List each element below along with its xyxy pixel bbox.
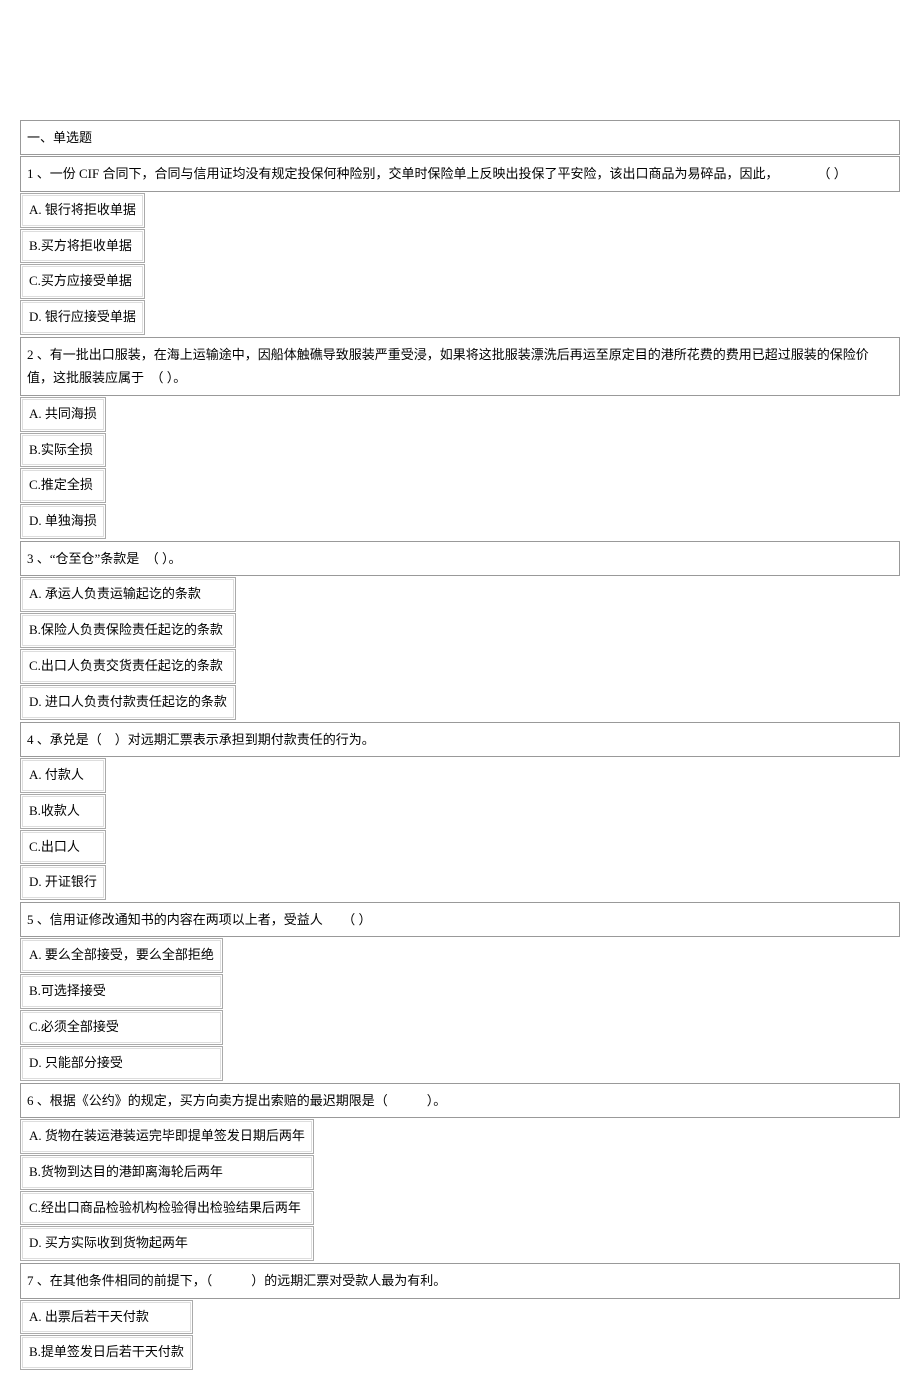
option: C.必须全部接受 — [20, 1010, 223, 1045]
option: B.保险人负责保险责任起讫的条款 — [20, 613, 236, 648]
option: C.出口人 — [20, 830, 106, 865]
option-text: B.实际全损 — [29, 442, 93, 457]
question-5-options: A. 要么全部接受，要么全部拒绝 B.可选择接受 C.必须全部接受 D. 只能部… — [20, 938, 223, 1081]
option-text: D. 进口人负责付款责任起讫的条款 — [29, 694, 227, 709]
question-6-options: A. 货物在装运港装运完毕即提单签发日期后两年 B.货物到达目的港卸离海轮后两年… — [20, 1119, 314, 1262]
question-2-options: A. 共同海损 B.实际全损 C.推定全损 D. 单独海损 — [20, 397, 106, 540]
option-text: C.推定全损 — [29, 477, 93, 492]
option-text: A. 共同海损 — [29, 406, 97, 421]
option: A. 要么全部接受，要么全部拒绝 — [20, 938, 223, 973]
question-7-options: A. 出票后若干天付款 B.提单签发日后若干天付款 — [20, 1300, 193, 1372]
option: C.经出口商品检验机构检验得出检验结果后两年 — [20, 1191, 314, 1226]
option: A. 付款人 — [20, 758, 106, 793]
question-6: 6 、根据《公约》的规定，买方向卖方提出索赔的最迟期限是（ ）。 A. 货物在装… — [20, 1083, 900, 1263]
option: B.提单签发日后若干天付款 — [20, 1335, 193, 1370]
option-text: D. 开证银行 — [29, 874, 97, 889]
option-text: C.出口人负责交货责任起讫的条款 — [29, 658, 223, 673]
option-text: C.出口人 — [29, 839, 80, 854]
option: B.买方将拒收单据 — [20, 229, 145, 264]
question-1: 1 、一份 CIF 合同下，合同与信用证均没有规定投保何种险别，交单时保险单上反… — [20, 156, 900, 336]
option: B.收款人 — [20, 794, 106, 829]
option-text: C.买方应接受单据 — [29, 273, 132, 288]
question-1-options: A. 银行将拒收单据 B.买方将拒收单据 C.买方应接受单据 D. 银行应接受单… — [20, 193, 145, 336]
option-text: B.保险人负责保险责任起讫的条款 — [29, 622, 223, 637]
option: B.货物到达目的港卸离海轮后两年 — [20, 1155, 314, 1190]
question-6-stem: 6 、根据《公约》的规定，买方向卖方提出索赔的最迟期限是（ ）。 — [20, 1083, 900, 1118]
option: C.推定全损 — [20, 468, 106, 503]
option: A. 出票后若干天付款 — [20, 1300, 193, 1335]
question-stem-text: 7 、在其他条件相同的前提下，（ ）的远期汇票对受款人最为有利。 — [27, 1273, 446, 1288]
question-4-options: A. 付款人 B.收款人 C.出口人 D. 开证银行 — [20, 758, 106, 901]
option-text: A. 要么全部接受，要么全部拒绝 — [29, 947, 214, 962]
question-3-stem: 3 、“仓至仓”条款是 （ ）。 — [20, 541, 900, 576]
question-1-stem: 1 、一份 CIF 合同下，合同与信用证均没有规定投保何种险别，交单时保险单上反… — [20, 156, 900, 191]
option-text: A. 出票后若干天付款 — [29, 1309, 149, 1324]
option: A. 银行将拒收单据 — [20, 193, 145, 228]
option-text: A. 银行将拒收单据 — [29, 202, 136, 217]
option-text: D. 只能部分接受 — [29, 1055, 123, 1070]
option: A. 货物在装运港装运完毕即提单签发日期后两年 — [20, 1119, 314, 1154]
question-2: 2 、有一批出口服装，在海上运输途中，因船体触礁导致服装严重受浸，如果将这批服装… — [20, 337, 900, 540]
option: A. 共同海损 — [20, 397, 106, 432]
question-stem-text: 5 、信用证修改通知书的内容在两项以上者，受益人 （ ） — [27, 912, 372, 927]
option: D. 单独海损 — [20, 504, 106, 539]
option-text: B.买方将拒收单据 — [29, 238, 132, 253]
question-7: 7 、在其他条件相同的前提下，（ ）的远期汇票对受款人最为有利。 A. 出票后若… — [20, 1263, 900, 1371]
option: D. 买方实际收到货物起两年 — [20, 1226, 314, 1261]
option-text: A. 付款人 — [29, 767, 84, 782]
question-stem-text: 1 、一份 CIF 合同下，合同与信用证均没有规定投保何种险别，交单时保险单上反… — [27, 166, 847, 181]
question-stem-text: 4 、承兑是（ ）对远期汇票表示承担到期付款责任的行为。 — [27, 732, 375, 747]
option-text: D. 单独海损 — [29, 513, 97, 528]
section-heading: 一、单选题 — [20, 120, 900, 155]
option: A. 承运人负责运输起讫的条款 — [20, 577, 236, 612]
option-text: C.必须全部接受 — [29, 1019, 119, 1034]
section-heading-text: 一、单选题 — [27, 130, 92, 145]
option-text: C.经出口商品检验机构检验得出检验结果后两年 — [29, 1200, 301, 1215]
question-3: 3 、“仓至仓”条款是 （ ）。 A. 承运人负责运输起讫的条款 B.保险人负责… — [20, 541, 900, 721]
question-5-stem: 5 、信用证修改通知书的内容在两项以上者，受益人 （ ） — [20, 902, 900, 937]
option: D. 开证银行 — [20, 865, 106, 900]
option: B.实际全损 — [20, 433, 106, 468]
question-stem-text: 6 、根据《公约》的规定，买方向卖方提出索赔的最迟期限是（ ）。 — [27, 1093, 446, 1108]
option: D. 只能部分接受 — [20, 1046, 223, 1081]
question-stem-text: 2 、有一批出口服装，在海上运输途中，因船体触礁导致服装严重受浸，如果将这批服装… — [27, 347, 869, 385]
option-text: B.可选择接受 — [29, 983, 106, 998]
question-stem-text: 3 、“仓至仓”条款是 （ ）。 — [27, 551, 182, 566]
option: D. 银行应接受单据 — [20, 300, 145, 335]
question-4: 4 、承兑是（ ）对远期汇票表示承担到期付款责任的行为。 A. 付款人 B.收款… — [20, 722, 900, 902]
option-text: A. 货物在装运港装运完毕即提单签发日期后两年 — [29, 1128, 305, 1143]
option-text: B.收款人 — [29, 803, 80, 818]
option-text: A. 承运人负责运输起讫的条款 — [29, 586, 201, 601]
question-5: 5 、信用证修改通知书的内容在两项以上者，受益人 （ ） A. 要么全部接受，要… — [20, 902, 900, 1082]
question-7-stem: 7 、在其他条件相同的前提下，（ ）的远期汇票对受款人最为有利。 — [20, 1263, 900, 1298]
option-text: B.提单签发日后若干天付款 — [29, 1344, 184, 1359]
question-2-stem: 2 、有一批出口服装，在海上运输途中，因船体触礁导致服装严重受浸，如果将这批服装… — [20, 337, 900, 396]
option-text: D. 买方实际收到货物起两年 — [29, 1235, 188, 1250]
option-text: D. 银行应接受单据 — [29, 309, 136, 324]
option: C.出口人负责交货责任起讫的条款 — [20, 649, 236, 684]
option: C.买方应接受单据 — [20, 264, 145, 299]
question-4-stem: 4 、承兑是（ ）对远期汇票表示承担到期付款责任的行为。 — [20, 722, 900, 757]
option: B.可选择接受 — [20, 974, 223, 1009]
question-3-options: A. 承运人负责运输起讫的条款 B.保险人负责保险责任起讫的条款 C.出口人负责… — [20, 577, 236, 720]
option-text: B.货物到达目的港卸离海轮后两年 — [29, 1164, 223, 1179]
option: D. 进口人负责付款责任起讫的条款 — [20, 685, 236, 720]
